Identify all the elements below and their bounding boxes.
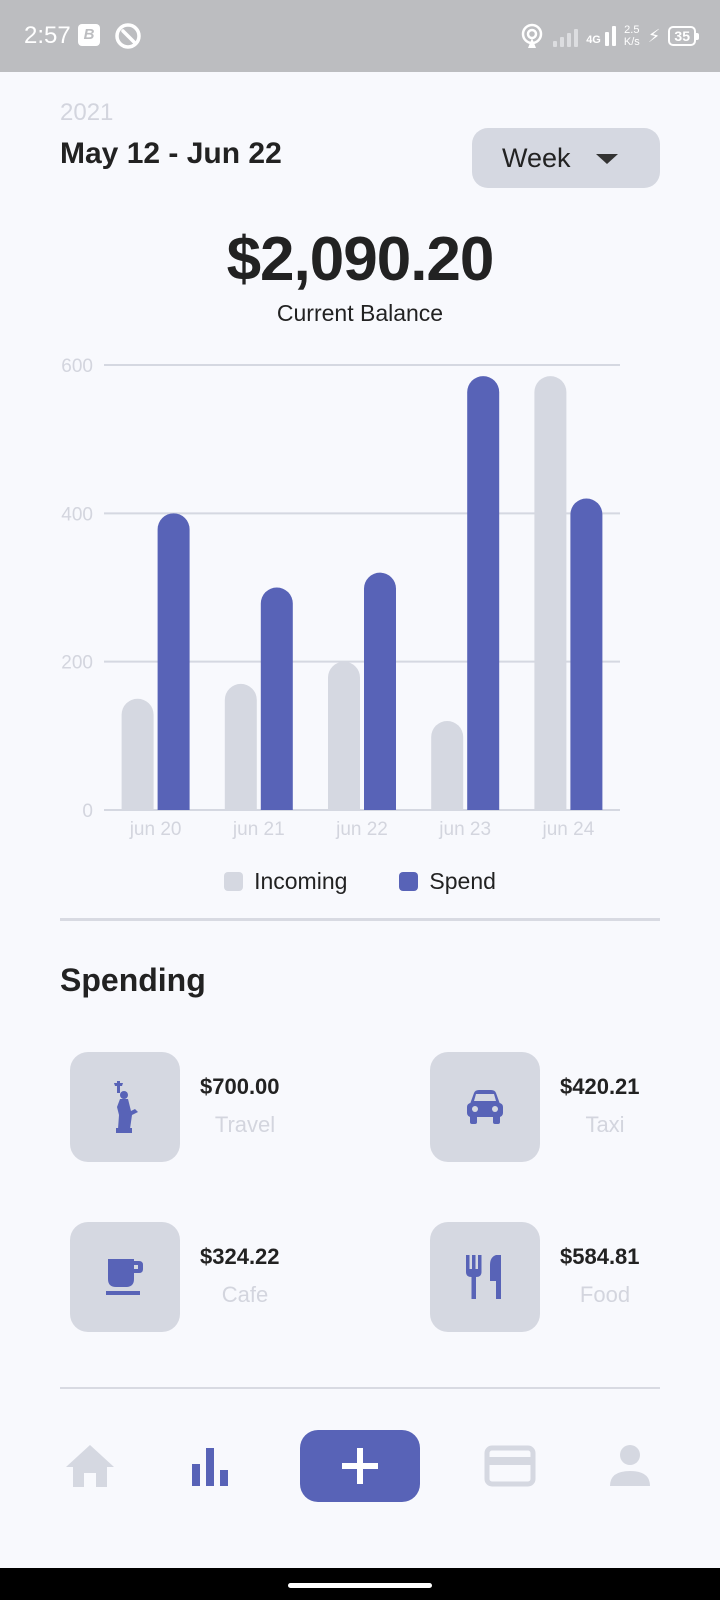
period-dropdown[interactable]: Week [472,128,660,188]
charging-icon: ⚡ [647,25,661,46]
bar-incoming-jun-24 [534,376,567,810]
spending-tile [430,1052,540,1162]
legend-item-incoming: Incoming [224,868,347,895]
spending-amount: $420.21 [560,1074,640,1099]
bar-spend-jun-24 [570,498,603,810]
spending-card-cafe[interactable]: $324.22 Cafe [70,1222,370,1332]
spending-tile [70,1052,180,1162]
hotspot-icon [521,23,543,48]
x-tick-label: jun 20 [129,819,182,840]
section-divider [60,918,660,921]
date-range: May 12 - Jun 22 [60,137,282,170]
spending-card-taxi[interactable]: $420.21 Taxi [430,1052,720,1162]
nav-cards[interactable] [480,1440,540,1492]
spending-category: Cafe [221,1282,269,1307]
spending-tile [430,1222,540,1332]
legend-label-incoming: Incoming [254,868,348,894]
add-icon [342,1448,378,1484]
period-dropdown-label: Week [502,142,571,173]
nav-profile[interactable] [600,1440,660,1492]
bar-incoming-jun-22 [328,661,360,810]
nav-divider [60,1387,660,1389]
home-icon [66,1445,114,1487]
bar-incoming-jun-21 [224,683,257,810]
spending-category: Travel [214,1112,276,1137]
spending-tile [70,1222,180,1332]
spending-amount: $700.00 [200,1074,280,1099]
bar-incoming-jun-23 [431,721,464,810]
spending-category: Taxi [585,1112,625,1137]
y-tick-label: 0 [82,801,93,822]
status-right: 4G 2.5 K/s ⚡ 35 [519,20,699,52]
legend-swatch-incoming [224,872,244,891]
signal-icon [553,25,579,47]
statue-of-liberty-icon [114,1081,138,1133]
network-speed: 2.5 K/s [623,24,640,48]
x-tick-label: jun 23 [438,819,491,840]
status-time: 2:57 [24,22,71,49]
bar-spend-jun-22 [364,572,396,810]
add-button[interactable] [300,1430,420,1502]
x-tick-label: jun 24 [542,819,595,840]
spending-amount: $584.81 [560,1244,640,1269]
y-tick-label: 200 [61,653,93,674]
legend-swatch-spend [399,872,419,891]
spending-amount: $324.22 [200,1244,280,1269]
battery-icon: 35 [668,26,699,46]
app-notification-icon: B [78,24,100,46]
y-tick-label: 600 [61,356,93,377]
mobile-data-icon: 4G [586,26,616,46]
x-tick-label: jun 21 [232,819,285,840]
nav-home[interactable] [60,1440,120,1492]
spending-card-travel[interactable]: $700.00 Travel [70,1052,370,1162]
x-tick-label: jun 22 [335,819,388,840]
bar-incoming-jun-20 [121,698,154,810]
card-icon [484,1445,536,1487]
bar-spend-jun-21 [260,587,293,810]
caret-down-icon [596,154,618,164]
y-tick-label: 400 [61,504,93,525]
balance-amount: $2,090.20 [226,225,495,294]
profile-icon [610,1445,650,1486]
bar-chart: 0 200 400 600 jun 20 jun 21 jun 22 jun 23 jun 24 [61,356,620,840]
sync-notification-icon [115,23,141,49]
system-navigation-bar [0,1568,720,1600]
network-type: 4G [586,34,601,46]
bar-spend-jun-20 [157,513,190,810]
year-label: 2021 [60,99,114,126]
car-icon [467,1090,503,1124]
chart-legend: Incoming Spend [0,868,720,895]
fork-knife-icon [466,1255,501,1299]
spending-category: Food [579,1282,631,1307]
legend-item-spend: Spend [399,868,496,895]
coffee-cup-icon [106,1259,143,1295]
spending-card-food[interactable]: $584.81 Food [430,1222,720,1332]
bar-spend-jun-23 [467,376,500,810]
legend-label-spend: Spend [429,868,496,894]
home-gesture-bar[interactable] [288,1583,432,1588]
balance-label: Current Balance [276,300,444,326]
status-bar: 2:57 B 4G 2.5 K/s ⚡ 35 [0,0,720,72]
spending-title: Spending [60,962,206,998]
stats-icon [192,1448,228,1486]
nav-stats[interactable] [180,1440,240,1492]
